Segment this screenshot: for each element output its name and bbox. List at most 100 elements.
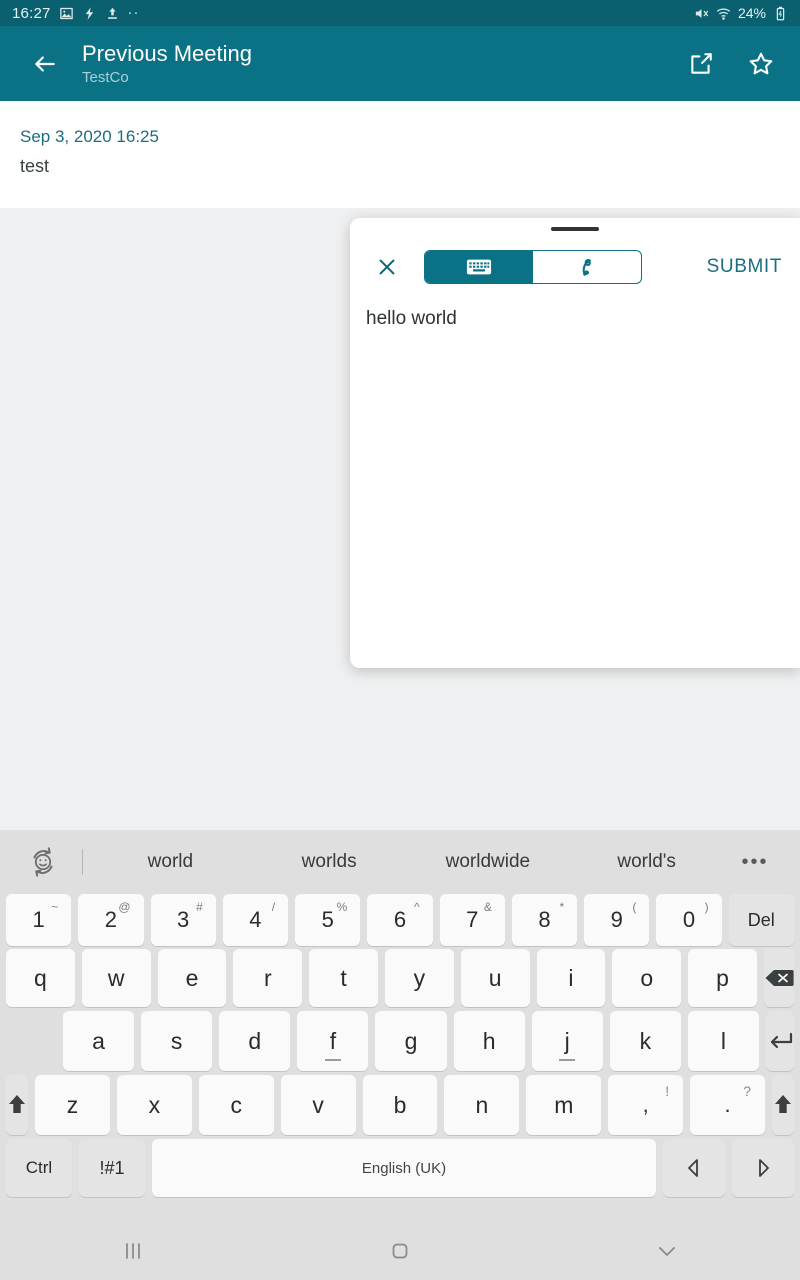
key-sup-label: ! xyxy=(665,1083,670,1099)
key-label: 9 xyxy=(610,907,623,932)
key-d[interactable]: d xyxy=(219,1011,291,1071)
keyboard-row-space: Ctrl !#1 English (UK) xyxy=(0,1139,800,1197)
key-r[interactable]: r xyxy=(233,949,303,1007)
key-2[interactable]: 2 @ xyxy=(78,894,144,946)
key-q[interactable]: q xyxy=(6,949,75,1007)
key-n[interactable]: n xyxy=(444,1075,520,1135)
suggestion-item[interactable]: worldwide xyxy=(409,851,568,873)
home-position-marker xyxy=(559,1059,576,1061)
key-arrow-left[interactable] xyxy=(663,1139,725,1197)
key-enter[interactable] xyxy=(765,1011,794,1071)
arrow-left-icon xyxy=(35,55,55,72)
keyboard-row-bottom: z x c v b n m , ! . ? xyxy=(0,1075,800,1135)
submit-button[interactable]: SUBMIT xyxy=(707,256,784,278)
key-a[interactable]: a xyxy=(63,1011,135,1071)
note-body: test xyxy=(20,156,50,176)
backspace-icon xyxy=(765,970,794,986)
key-i[interactable]: i xyxy=(536,949,606,1007)
key-3[interactable]: 3 # xyxy=(150,894,216,946)
key-e[interactable]: e xyxy=(157,949,227,1007)
key-sup-label: ^ xyxy=(413,900,420,914)
suggestion-item[interactable]: world xyxy=(91,851,250,873)
keyboard-mode-button[interactable] xyxy=(425,251,533,283)
page-title: Previous Meeting xyxy=(82,40,252,66)
status-clock: 16:27 xyxy=(12,4,51,22)
key-comma[interactable]: , ! xyxy=(608,1075,684,1135)
star-outline-icon xyxy=(749,52,773,74)
key-period[interactable]: . ? xyxy=(690,1075,766,1135)
image-icon xyxy=(59,6,74,21)
key-4[interactable]: 4 / xyxy=(222,894,289,946)
key-k[interactable]: k xyxy=(609,1011,681,1071)
key-5[interactable]: 5 % xyxy=(295,894,361,946)
key-symbols[interactable]: !#1 xyxy=(79,1139,145,1197)
recents-icon xyxy=(126,1243,141,1259)
key-backspace[interactable] xyxy=(763,949,794,1007)
key-j[interactable]: j xyxy=(531,1011,603,1071)
home-button[interactable] xyxy=(267,1238,534,1264)
recents-button[interactable] xyxy=(0,1238,267,1264)
key-f[interactable]: f xyxy=(297,1011,369,1071)
key-sup-label: # xyxy=(196,900,203,914)
favorite-button[interactable] xyxy=(744,47,778,81)
soft-keyboard: world worlds worldwide world's ••• 1 ~ 2… xyxy=(0,830,800,1222)
key-u[interactable]: u xyxy=(460,949,530,1007)
home-position-marker xyxy=(324,1059,341,1061)
suggestion-item[interactable]: worlds xyxy=(250,851,409,873)
battery-charging-icon xyxy=(773,6,788,21)
keyboard-icon xyxy=(466,259,492,275)
suggestion-item[interactable]: world's xyxy=(567,851,726,873)
emoji-switch-button[interactable] xyxy=(16,839,70,885)
key-0[interactable]: 0 ) xyxy=(656,894,722,946)
key-s[interactable]: s xyxy=(141,1011,213,1071)
key-arrow-right[interactable] xyxy=(732,1139,794,1197)
flash-icon xyxy=(82,6,97,21)
hide-keyboard-button[interactable] xyxy=(533,1238,800,1264)
key-l[interactable]: l xyxy=(687,1011,759,1071)
enter-icon xyxy=(770,1032,793,1049)
note-input-panel: SUBMIT hello world xyxy=(350,218,800,668)
key-y[interactable]: y xyxy=(384,949,454,1007)
key-p[interactable]: p xyxy=(688,949,757,1007)
status-bar-right: 24% xyxy=(694,5,788,21)
key-o[interactable]: o xyxy=(612,949,682,1007)
note-timestamp: Sep 3, 2020 16:25 xyxy=(20,127,159,146)
key-g[interactable]: g xyxy=(375,1011,447,1071)
handwriting-mode-button[interactable] xyxy=(533,251,641,283)
key-label: 2 xyxy=(104,907,118,932)
key-v[interactable]: v xyxy=(280,1075,356,1135)
app-bar-actions xyxy=(684,47,778,81)
key-7[interactable]: 7 & xyxy=(439,894,505,946)
key-1[interactable]: 1 ~ xyxy=(6,894,72,946)
key-label: 7 xyxy=(466,907,479,932)
key-t[interactable]: t xyxy=(309,949,378,1007)
caret-left-icon xyxy=(688,1159,698,1177)
key-label: f xyxy=(329,1027,337,1054)
key-x[interactable]: x xyxy=(116,1075,192,1135)
note-text-input[interactable]: hello world xyxy=(366,306,784,332)
key-8[interactable]: 8 * xyxy=(511,894,578,946)
drag-handle[interactable] xyxy=(551,227,599,231)
key-9[interactable]: 9 ( xyxy=(584,894,650,946)
key-shift-right[interactable] xyxy=(772,1075,795,1135)
key-delete[interactable]: Del xyxy=(728,894,794,946)
key-shift-left[interactable] xyxy=(6,1075,28,1135)
key-c[interactable]: c xyxy=(198,1075,274,1135)
close-button[interactable] xyxy=(366,246,408,288)
edit-button[interactable] xyxy=(684,47,718,81)
key-z[interactable]: z xyxy=(35,1075,110,1135)
key-label: 1 xyxy=(32,907,45,932)
key-h[interactable]: h xyxy=(453,1011,525,1071)
key-sup-label: ~ xyxy=(51,900,59,914)
key-label: j xyxy=(564,1027,570,1054)
key-b[interactable]: b xyxy=(362,1075,438,1135)
key-space[interactable]: English (UK) xyxy=(152,1139,656,1197)
key-ctrl[interactable]: Ctrl xyxy=(6,1139,72,1197)
key-w[interactable]: w xyxy=(81,949,151,1007)
back-button[interactable] xyxy=(22,41,68,87)
note-card[interactable]: Sep 3, 2020 16:25 test xyxy=(0,101,800,208)
emoji-switch-icon xyxy=(33,847,53,877)
suggestion-more-button[interactable]: ••• xyxy=(726,852,784,872)
key-6[interactable]: 6 ^ xyxy=(367,894,433,946)
key-m[interactable]: m xyxy=(526,1075,602,1135)
